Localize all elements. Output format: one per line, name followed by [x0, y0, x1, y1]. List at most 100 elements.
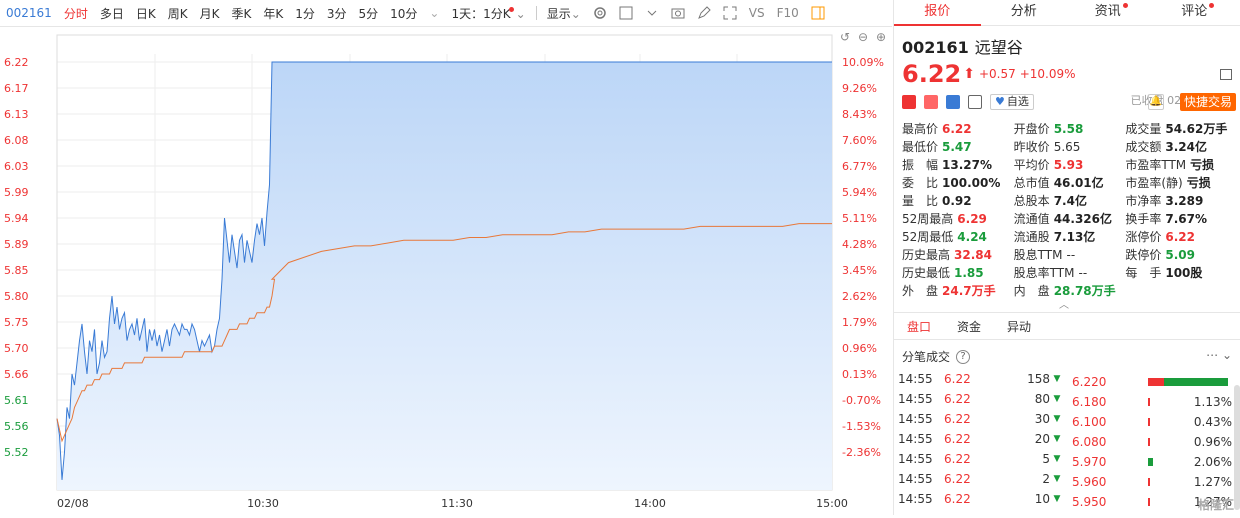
chart-panel: 002161 分时 多日 日K 周K 月K 季K 年K 1分 3分 5分 10分… — [0, 0, 892, 515]
quote-label: 内 盘 — [1014, 284, 1050, 298]
quote-value: 6.22 — [942, 122, 972, 136]
trade-row: 14:556.222▼ — [898, 469, 1068, 489]
quote-label: 流通值 — [1014, 212, 1050, 226]
panel-toggle-icon[interactable] — [810, 5, 826, 21]
trade-price: 6.22 — [944, 409, 1000, 429]
quote-label: 成交量 — [1125, 122, 1161, 136]
quote-label: 振 幅 — [902, 158, 938, 172]
tag-icon[interactable] — [946, 95, 960, 109]
fullscreen-icon[interactable] — [722, 5, 738, 21]
price-area — [57, 62, 832, 490]
zoom-out-icon[interactable]: ⊖ — [858, 30, 868, 44]
quote-cell: 最高价 6.22 — [902, 120, 1014, 138]
depth-pct: 0.43% — [1154, 412, 1232, 432]
pen-icon[interactable] — [696, 5, 712, 21]
depth-price: 6.220 — [1072, 372, 1148, 392]
scrollbar[interactable] — [1234, 385, 1240, 510]
trades-header: 分笔成交? — [902, 348, 970, 365]
y-tick-right: 10.09% — [842, 56, 884, 69]
quote-value: 13.27% — [942, 158, 992, 172]
tab-quote[interactable]: 报价 — [894, 0, 981, 26]
tab-niank[interactable]: 年K — [257, 5, 289, 22]
combo-select[interactable]: 1天：1分K⌄ — [445, 5, 531, 22]
lightning-icon[interactable] — [924, 95, 938, 109]
trade-time: 14:55 — [898, 449, 944, 469]
y-tick-left: 5.94 — [4, 212, 29, 225]
trade-time: 14:55 — [898, 389, 944, 409]
subtab-capital[interactable]: 资金 — [944, 318, 994, 335]
quote-label: 股息率TTM — [1014, 266, 1075, 280]
quote-value: 3.289 — [1165, 194, 1203, 208]
tab-zhouk[interactable]: 周K — [162, 5, 194, 22]
chart-toolbar: 002161 分时 多日 日K 周K 月K 季K 年K 1分 3分 5分 10分… — [0, 0, 892, 27]
tab-1min[interactable]: 1分 — [289, 5, 321, 22]
tab-duori[interactable]: 多日 — [94, 5, 130, 22]
quote-value: 32.84 — [954, 248, 992, 262]
quote-label: 最低价 — [902, 140, 938, 154]
quote-value: 100.00% — [942, 176, 1000, 190]
f10-button[interactable]: F10 — [771, 6, 805, 20]
depth-price: 6.180 — [1072, 392, 1148, 412]
more-icon[interactable]: ⋯ — [1206, 348, 1218, 362]
document-icon[interactable] — [968, 95, 982, 109]
period-dropdown[interactable]: ⌄ — [423, 6, 445, 20]
quote-label: 每 手 — [1125, 266, 1161, 280]
tab-comments[interactable]: 评论 — [1154, 0, 1240, 26]
tab-rik[interactable]: 日K — [130, 5, 162, 22]
camera-icon[interactable] — [670, 5, 686, 21]
depth-pct: 1.13% — [1154, 392, 1232, 412]
dropdown-icon[interactable] — [644, 5, 660, 21]
y-tick-left: 5.80 — [4, 290, 29, 303]
y-tick-right: 8.43% — [842, 108, 877, 121]
settings-icon[interactable] — [592, 5, 608, 21]
add-watchlist-button[interactable]: ♥自选 — [990, 94, 1034, 110]
display-select[interactable]: 显示⌄ — [541, 5, 587, 22]
quote-label: 最高价 — [902, 122, 938, 136]
stock-tags: ♥自选 — [902, 94, 1034, 110]
price-row: 6.22 ⬆ +0.57 +10.09% — [902, 60, 1232, 88]
depth-pct: 2.06% — [1157, 452, 1232, 472]
chevron-down-icon[interactable]: ⌄ — [1222, 348, 1232, 362]
chevron-up-icon[interactable]: ︿ — [1059, 296, 1069, 311]
tab-10min[interactable]: 10分 — [384, 5, 423, 22]
tab-3min[interactable]: 3分 — [321, 5, 353, 22]
collapse-panel-icon[interactable] — [1220, 69, 1232, 80]
quote-cell: 成交量54.62万手 — [1125, 120, 1237, 138]
quote-value: 3.24亿 — [1165, 140, 1207, 154]
checkbox-icon[interactable] — [618, 5, 634, 21]
help-icon[interactable]: ? — [956, 350, 970, 364]
y-tick-left: 5.66 — [4, 368, 29, 381]
triangle-down-icon: ▼ — [1050, 469, 1064, 489]
tab-fenshi[interactable]: 分时 — [58, 5, 94, 22]
quote-label: 委 比 — [902, 176, 938, 190]
quote-cell: 市盈率TTM亏损 — [1125, 156, 1237, 174]
y-tick-right: 1.79% — [842, 316, 877, 329]
toolbar-divider — [536, 6, 537, 20]
tab-yuek[interactable]: 月K — [194, 5, 226, 22]
quote-value: 0.92 — [942, 194, 972, 208]
zoom-in-icon[interactable]: ⊕ — [876, 30, 886, 44]
tab-analysis[interactable]: 分析 — [981, 0, 1068, 26]
y-tick-right: 0.13% — [842, 368, 877, 381]
sub-tabs: 盘口 资金 异动 — [894, 312, 1240, 340]
y-tick-right: -0.70% — [842, 394, 881, 407]
tab-news[interactable]: 资讯 — [1067, 0, 1154, 26]
quote-cell: 52周最低4.24 — [902, 228, 1014, 246]
quote-label: 股息TTM — [1014, 248, 1063, 262]
quote-label: 流通股 — [1014, 230, 1050, 244]
y-tick-left: 5.61 — [4, 394, 29, 407]
reset-icon[interactable]: ↺ — [840, 30, 850, 44]
trade-row: 14:556.22158▼ — [898, 369, 1068, 389]
quote-panel: 报价 分析 资讯 评论 002161远望谷 6.22 ⬆ +0.57 +10.0… — [893, 0, 1240, 515]
quote-value: 6.29 — [957, 212, 987, 226]
tab-jik[interactable]: 季K — [225, 5, 257, 22]
subtab-pankou[interactable]: 盘口 — [894, 318, 944, 335]
trade-price: 6.22 — [944, 389, 1000, 409]
quote-value: 6.22 — [1165, 230, 1195, 244]
quick-trade-button[interactable]: 快捷交易 — [1180, 93, 1236, 111]
x-tick: 15:00 — [816, 497, 848, 510]
bell-icon[interactable]: 🔔 — [1148, 94, 1164, 110]
tab-5min[interactable]: 5分 — [353, 5, 385, 22]
vs-button[interactable]: VS — [743, 6, 771, 20]
subtab-alerts[interactable]: 异动 — [994, 318, 1044, 335]
